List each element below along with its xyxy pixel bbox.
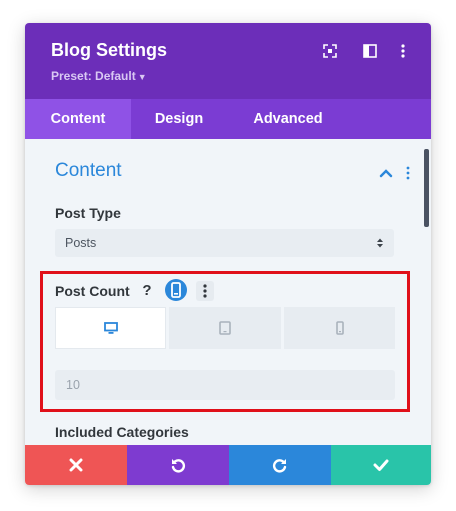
undo-button[interactable] <box>127 445 229 485</box>
redo-icon <box>273 459 287 473</box>
select-arrows-icon <box>377 238 383 248</box>
included-categories-label: Included Categories <box>55 424 189 440</box>
sidebar-toggle-icon[interactable] <box>362 43 378 59</box>
section-title[interactable]: Content <box>55 160 122 182</box>
undo-icon <box>171 459 185 473</box>
redo-button[interactable] <box>229 445 331 485</box>
tab-content[interactable]: Content <box>25 99 131 139</box>
modal-header: Blog Settings Preset: Default ▼ <box>25 23 431 99</box>
action-bar <box>25 445 431 485</box>
tab-advanced[interactable]: Advanced <box>235 99 341 139</box>
tab-design[interactable]: Design <box>131 99 227 139</box>
check-icon <box>373 459 389 471</box>
expand-icon[interactable] <box>322 43 338 59</box>
section-menu-icon[interactable] <box>405 166 411 180</box>
tab-bar: Content Design Advanced <box>25 99 431 139</box>
post-type-value: Posts <box>65 236 97 250</box>
chevron-up-icon[interactable] <box>379 168 393 178</box>
close-icon <box>69 458 83 472</box>
scrollbar-thumb[interactable] <box>424 149 429 227</box>
preset-selector[interactable]: Preset: Default ▼ <box>51 69 147 83</box>
post-type-label: Post Type <box>55 205 121 221</box>
post-type-select[interactable]: Posts <box>55 229 394 257</box>
modal-title: Blog Settings <box>51 40 167 60</box>
preset-label: Preset: Default <box>51 69 136 83</box>
save-button[interactable] <box>331 445 431 485</box>
highlight-box <box>40 271 410 412</box>
discard-button[interactable] <box>25 445 127 485</box>
caret-down-icon: ▼ <box>137 72 147 82</box>
more-vertical-icon[interactable] <box>395 43 411 59</box>
